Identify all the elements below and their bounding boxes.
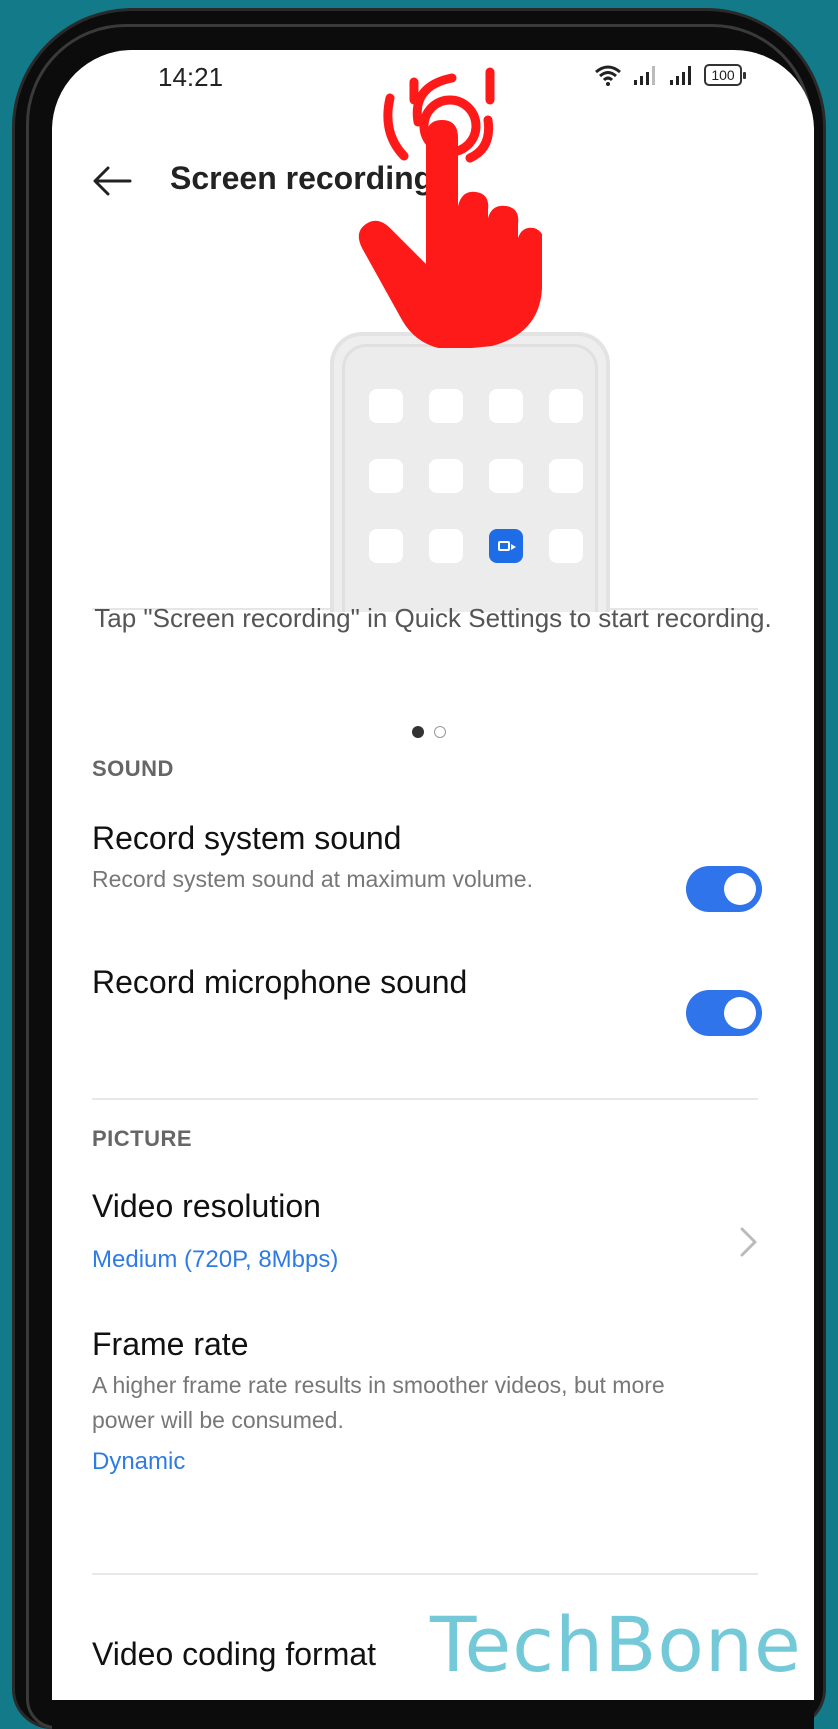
illustration-tile [549,459,583,493]
battery-icon: 100 [704,64,746,86]
illustration-tile [369,529,403,563]
divider [92,1573,758,1575]
techbone-watermark: TechBone [430,1600,802,1689]
divider [92,1098,758,1100]
toggle-knob [724,997,756,1029]
illustration-tile [549,389,583,423]
status-icons: 100 [594,64,746,86]
section-label-picture: PICTURE [92,1126,193,1151]
frame-rate-title[interactable]: Frame rate [92,1326,248,1363]
record-system-sound-title[interactable]: Record system sound [92,820,401,857]
wifi-icon [595,65,621,86]
illustration-tile [369,389,403,423]
illustration-tile [369,459,403,493]
record-microphone-sound-title[interactable]: Record microphone sound [92,964,467,1001]
video-resolution-value: Medium (720P, 8Mbps) [92,1246,339,1273]
section-label-sound: SOUND [92,756,174,781]
pager-dot[interactable] [434,726,446,738]
illustration-phone [330,332,610,612]
video-resolution-title[interactable]: Video resolution [92,1188,321,1225]
record-system-sound-toggle[interactable] [686,866,762,912]
screen: 14:21 100 Screen recording Tap "Screen r… [52,50,814,1700]
screen-recording-tile [489,529,523,563]
pager-dots [412,726,446,738]
illustration-tile [429,389,463,423]
illustration-caption: Tap "Screen recording" in Quick Settings… [94,603,772,633]
tap-hand-icon [358,67,542,348]
chevron-right-icon[interactable] [738,1226,758,1258]
illustration-tile [429,529,463,563]
signal-icon-2 [670,66,691,85]
record-system-sound-subtitle: Record system sound at maximum volume. [92,866,533,892]
pager-dot-active[interactable] [412,726,424,738]
illustration-tile [489,389,523,423]
phone-bottom-bezel [52,1700,814,1729]
illustration-screen [342,344,598,612]
record-microphone-sound-toggle[interactable] [686,990,762,1036]
toggle-knob [724,873,756,905]
frame-rate-subtitle: A higher frame rate results in smoother … [92,1372,665,1433]
status-time: 14:21 [158,62,224,92]
video-coding-format-title[interactable]: Video coding format [92,1636,376,1673]
illustration-tile [429,459,463,493]
signal-icon [634,66,655,85]
back-arrow-icon[interactable] [92,164,132,198]
illustration-tile [489,459,523,493]
frame-rate-value: Dynamic [92,1448,186,1475]
illustration-tile [549,529,583,563]
video-camera-icon [498,541,516,551]
